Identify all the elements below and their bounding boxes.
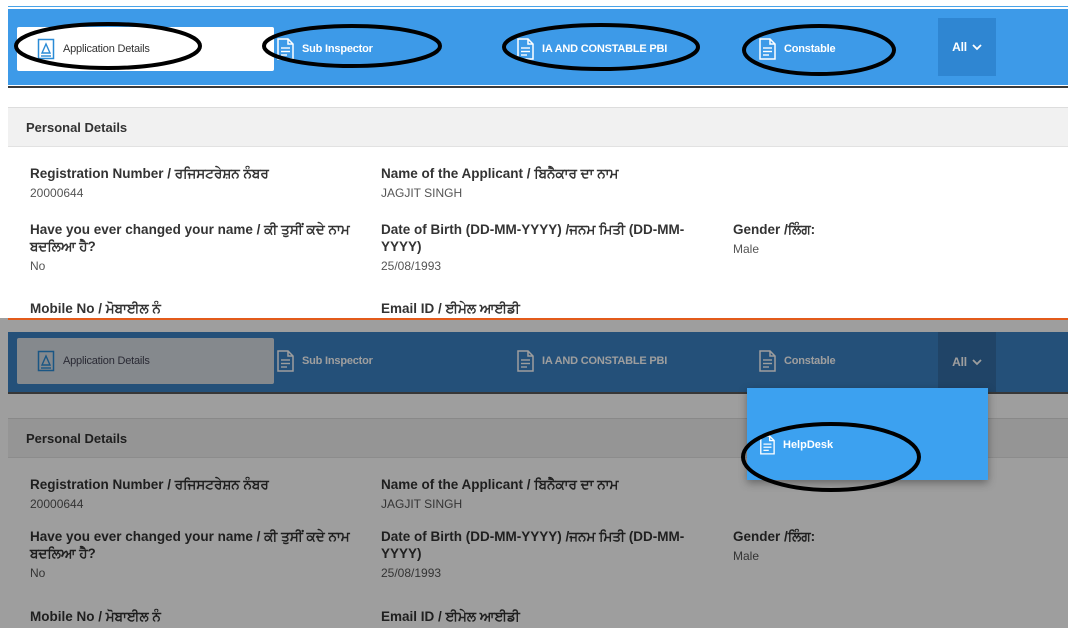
document-icon [516, 350, 534, 372]
document-icon [276, 38, 294, 60]
field-value: 20000644 [30, 497, 84, 511]
field-label: Have you ever changed your name / ਕੀ ਤੁਸ… [30, 222, 350, 254]
applicant-name-field: Name of the Applicant / ਬਿਨੈਕਾਰ ਦਾ ਨਾਮ J… [381, 165, 711, 201]
document-icon [516, 38, 534, 60]
application-screen: Application Details Sub Inspector IA AND… [0, 0, 1068, 318]
tab-ia-and-constable-pbi[interactable]: IA AND CONSTABLE PBI [516, 338, 736, 384]
gender-field: Gender /ਲਿੰਗ: Male [733, 528, 933, 564]
field-label: Name of the Applicant / ਬਿਨੈਕਾਰ ਦਾ ਨਾਮ [381, 477, 619, 492]
tab-application-details[interactable]: Application Details [17, 27, 274, 71]
section-heading: Personal Details [8, 107, 1068, 147]
field-value: No [30, 566, 46, 580]
tab-label: IA AND CONSTABLE PBI [542, 355, 668, 367]
tab-sub-inspector[interactable]: Sub Inspector [276, 27, 476, 71]
field-label: Registration Number / ਰਜਿਸਟਰੇਸ਼ਨ ਨੰਬਰ [30, 477, 269, 492]
field-label: Date of Birth (DD-MM-YYYY) /ਜਨਮ ਮਿਤੀ (DD… [381, 222, 685, 254]
field-value: 25/08/1993 [381, 566, 442, 580]
tab-all-dropdown[interactable]: All [938, 18, 996, 76]
document-icon [759, 435, 775, 455]
menu-item-label: HelpDesk [783, 439, 834, 451]
tab-bar: Application Details Sub Inspector IA AND… [8, 332, 1068, 392]
tab-label: Constable [784, 355, 836, 367]
name-changed-field: Have you ever changed your name / ਕੀ ਤੁਸ… [30, 528, 350, 581]
form-document-icon [37, 38, 55, 60]
field-label: Email ID / ਈਮੇਲ ਆਈਡੀ [381, 609, 520, 624]
tab-label: IA AND CONSTABLE PBI [542, 43, 668, 55]
tab-ia-and-constable-pbi[interactable]: IA AND CONSTABLE PBI [516, 27, 736, 71]
chevron-down-icon [972, 358, 982, 365]
tab-label: Application Details [63, 43, 150, 55]
field-value: 25/08/1993 [381, 259, 442, 273]
top-border [8, 6, 1068, 7]
field-label: Gender /ਲਿੰਗ: [733, 222, 816, 237]
tab-constable[interactable]: Constable [758, 27, 908, 71]
menu-item-helpdesk[interactable]: HelpDesk [759, 435, 833, 455]
date-of-birth-field: Date of Birth (DD-MM-YYYY) /ਜਨਮ ਮਿਤੀ (DD… [381, 221, 711, 274]
tab-sub-inspector[interactable]: Sub Inspector [276, 338, 476, 384]
form-document-icon [37, 350, 55, 372]
email-id-field: Email ID / ਈਮੇਲ ਆਈਡੀ [381, 300, 711, 317]
registration-number-field: Registration Number / ਰਜਿਸਟਰੇਸ਼ਨ ਨੰਬਰ 20… [30, 165, 350, 201]
document-icon [276, 350, 294, 372]
field-label: Mobile No / ਮੋਬਾਈਲ ਨੰ [30, 609, 161, 624]
field-value: JAGJIT SINGH [381, 186, 463, 200]
applicant-name-field: Name of the Applicant / ਬਿਨੈਕਾਰ ਦਾ ਨਾਮ J… [381, 476, 711, 512]
mobile-no-field: Mobile No / ਮੋਬਾਈਲ ਨੰ [30, 300, 350, 317]
all-dropdown-menu: HelpDesk [747, 388, 988, 480]
field-value: JAGJIT SINGH [381, 497, 463, 511]
field-label: Date of Birth (DD-MM-YYYY) /ਜਨਮ ਮਿਤੀ (DD… [381, 529, 685, 561]
email-id-field: Email ID / ਈਮੇਲ ਆਈਡੀ [381, 608, 711, 625]
name-changed-field: Have you ever changed your name / ਕੀ ਤੁਸ… [30, 221, 350, 274]
field-label: Registration Number / ਰਜਿਸਟਰੇਸ਼ਨ ਨੰਬਰ [30, 166, 269, 181]
field-label: Name of the Applicant / ਬਿਨੈਕਾਰ ਦਾ ਨਾਮ [381, 166, 619, 181]
field-label: Email ID / ਈਮੇਲ ਆਈਡੀ [381, 301, 520, 316]
date-of-birth-field: Date of Birth (DD-MM-YYYY) /ਜਨਮ ਮਿਤੀ (DD… [381, 528, 711, 581]
registration-number-field: Registration Number / ਰਜਿਸਟਰੇਸ਼ਨ ਨੰਬਰ 20… [30, 476, 350, 512]
tab-bar: Application Details Sub Inspector IA AND… [8, 9, 1068, 85]
tab-all-dropdown[interactable]: All [938, 332, 996, 392]
field-value: Male [733, 242, 760, 256]
document-icon [758, 350, 776, 372]
field-value: No [30, 259, 46, 273]
tab-label: Sub Inspector [302, 355, 373, 367]
field-label: Gender /ਲਿੰਗ: [733, 529, 816, 544]
document-icon [758, 38, 776, 60]
tab-application-details[interactable]: Application Details [17, 338, 274, 384]
mobile-no-field: Mobile No / ਮੋਬਾਈਲ ਨੰ [30, 608, 350, 625]
field-label: Have you ever changed your name / ਕੀ ਤੁਸ… [30, 529, 350, 561]
tab-label: Application Details [63, 355, 150, 367]
tab-label: All [952, 355, 967, 369]
field-value: Male [733, 549, 760, 563]
field-label: Mobile No / ਮੋਬਾਈਲ ਨੰ [30, 301, 161, 316]
tab-label: Sub Inspector [302, 43, 373, 55]
field-value: 20000644 [30, 186, 84, 200]
chevron-down-icon [972, 43, 982, 50]
tab-constable[interactable]: Constable [758, 338, 908, 384]
tab-label: Constable [784, 43, 836, 55]
gender-field: Gender /ਲਿੰਗ: Male [733, 221, 933, 257]
divider [8, 86, 1068, 88]
tab-label: All [952, 40, 967, 54]
panel-separator [8, 318, 1068, 320]
